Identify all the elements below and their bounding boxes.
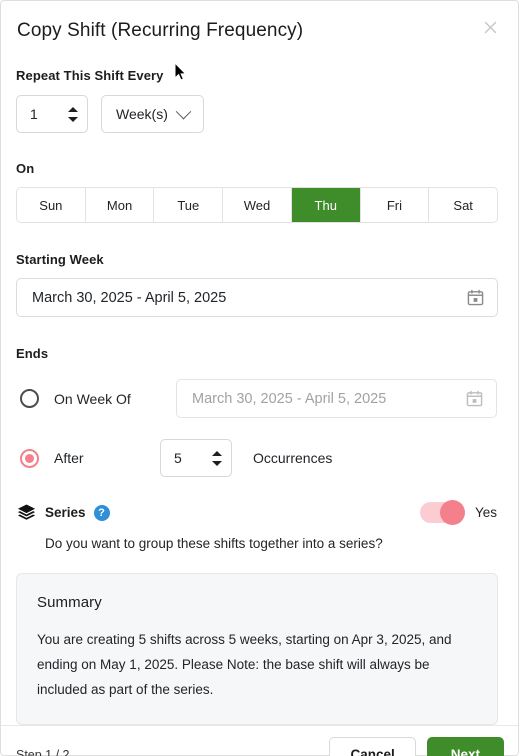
series-toggle[interactable] [419, 500, 465, 525]
dialog-footer: Step 1 / 2 Cancel Next [1, 725, 518, 756]
series-toggle-label: Yes [474, 505, 497, 520]
repeat-count-value: 1 [30, 106, 38, 122]
cancel-button[interactable]: Cancel [329, 737, 416, 756]
series-toggle-wrap: Yes [419, 500, 497, 525]
series-label: Series [45, 505, 86, 520]
ends-after-row: After 5 Occurrences [16, 439, 497, 477]
ends-on-week-of-date-value: March 30, 2025 - April 5, 2025 [192, 390, 387, 407]
starting-week-input[interactable]: March 30, 2025 - April 5, 2025 [16, 278, 498, 317]
ends-on-week-of-row: On Week Of March 30, 2025 - April 5, 202… [16, 379, 497, 418]
day-button-sat[interactable]: Sat [429, 188, 497, 222]
repeat-every-label: Repeat This Shift Every [16, 68, 164, 83]
chevron-down-icon [175, 103, 192, 119]
help-circle-icon[interactable]: ? [93, 504, 110, 521]
occurrences-input[interactable]: 5 [160, 439, 232, 477]
radio-after-label: After [54, 450, 84, 466]
occurrences-stepper[interactable] [210, 450, 223, 466]
next-button[interactable]: Next [426, 737, 504, 756]
day-button-tue[interactable]: Tue [154, 188, 224, 222]
occurrences-value: 5 [174, 450, 182, 466]
starting-week-value: March 30, 2025 - April 5, 2025 [32, 289, 227, 306]
footer-buttons: Cancel Next [329, 737, 504, 756]
summary-title: Summary [37, 594, 102, 611]
repeat-count-input[interactable]: 1 [16, 95, 88, 133]
stepper-up-icon[interactable] [67, 106, 78, 112]
occurrences-label: Occurrences [253, 450, 333, 466]
stepper-up-icon[interactable] [211, 450, 222, 456]
starting-week-label: Starting Week [16, 252, 104, 267]
copy-shift-dialog: Copy Shift (Recurring Frequency) Repeat … [0, 0, 519, 756]
repeat-every-row: 1 Week(s) [16, 95, 497, 133]
close-icon[interactable] [477, 14, 503, 40]
day-button-wed[interactable]: Wed [223, 188, 292, 222]
day-button-thu[interactable]: Thu [291, 188, 361, 222]
repeat-count-stepper[interactable] [66, 106, 79, 122]
stepper-down-icon[interactable] [67, 116, 78, 122]
day-button-fri[interactable]: Fri [360, 188, 430, 222]
day-selector: Sun Mon Tue Wed Thu Fri Sat [16, 187, 498, 223]
toggle-knob [439, 500, 465, 525]
ends-on-week-of-date-input[interactable]: March 30, 2025 - April 5, 2025 [176, 379, 497, 418]
day-button-sun[interactable]: Sun [17, 188, 86, 222]
series-question: Do you want to group these shifts togeth… [45, 536, 383, 551]
repeat-unit-select[interactable]: Week(s) [101, 95, 204, 133]
dialog-body: Copy Shift (Recurring Frequency) Repeat … [1, 1, 518, 725]
series-row: Series ? Yes [16, 500, 497, 525]
dialog-header: Copy Shift (Recurring Frequency) [16, 18, 497, 44]
step-indicator: Step 1 / 2 [16, 747, 70, 756]
layers-icon [17, 504, 36, 520]
dialog-title: Copy Shift (Recurring Frequency) [17, 20, 304, 41]
on-label: On [16, 161, 35, 176]
summary-text: You are creating 5 shifts across 5 weeks… [37, 632, 452, 697]
radio-on-week-of-label: On Week Of [54, 390, 131, 407]
radio-on-week-of[interactable] [20, 389, 39, 408]
radio-after[interactable] [20, 448, 39, 468]
summary-panel: Summary You are creating 5 shifts across… [16, 573, 498, 725]
calendar-icon[interactable] [466, 390, 483, 407]
calendar-icon[interactable] [467, 289, 484, 306]
repeat-unit-value: Week(s) [116, 106, 168, 122]
ends-label: Ends [16, 346, 49, 361]
day-button-mon[interactable]: Mon [85, 188, 155, 222]
stepper-down-icon[interactable] [211, 460, 222, 466]
